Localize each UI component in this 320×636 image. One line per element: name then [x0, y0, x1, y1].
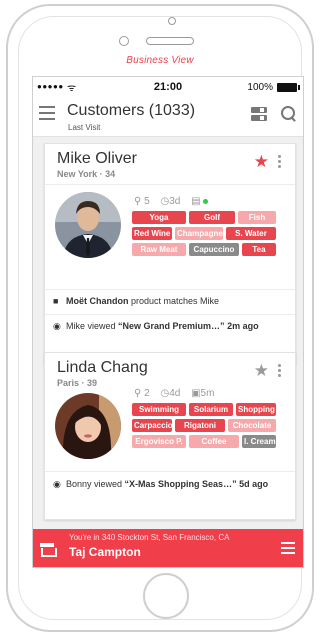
tag[interactable]: Yoga: [132, 211, 186, 224]
filter-icon[interactable]: [251, 107, 267, 123]
tag[interactable]: Red Wine: [132, 227, 172, 240]
tag[interactable]: Capuccino: [189, 243, 239, 256]
card-divider: [45, 314, 295, 315]
visit-stats: ⚲ 2 ◷4d ▣5m: [134, 388, 222, 399]
star-icon[interactable]: ★: [254, 153, 269, 170]
tag[interactable]: Chocolate: [228, 419, 276, 432]
store-status-icon: ▤: [191, 196, 201, 207]
activity-note[interactable]: ◉ Mike viewed “New Grand Premium…” 2m ago: [53, 321, 259, 332]
location-address: You're in 340 Stockton St, San Francisco…: [69, 533, 230, 542]
app-header: Customers (1033) Last Visit: [33, 97, 303, 137]
customer-meta: Paris · 39: [57, 378, 98, 388]
last-visit-stat: ◷3d: [160, 196, 181, 207]
more-options-icon[interactable]: [278, 364, 282, 378]
tag[interactable]: S. Water: [226, 227, 276, 240]
page-subtitle: Last Visit: [68, 123, 101, 132]
location-name: Taj Campton: [69, 545, 141, 559]
visit-stats: ⚲ 5 ◷3d ▤: [134, 196, 216, 207]
avatar: [55, 192, 121, 258]
online-dot-icon: [202, 198, 208, 204]
tag[interactable]: Fish: [238, 211, 276, 224]
visits-stat: ⚲ 2: [134, 388, 150, 399]
avatar: [55, 393, 121, 459]
search-icon[interactable]: [280, 105, 296, 123]
card-divider: [45, 289, 295, 290]
front-camera-icon: [119, 36, 129, 46]
home-button[interactable]: [143, 573, 189, 619]
star-icon[interactable]: ★: [254, 362, 269, 379]
product-match-note[interactable]: ■ Moët Chandon product matches Mike: [53, 296, 219, 306]
eye-icon: ◉: [53, 321, 61, 331]
customer-card[interactable]: Linda Chang Paris · 39 ★ ⚲ 2 ◷4d ▣5m Swi…: [44, 352, 296, 520]
store-icon: [40, 543, 57, 557]
frame-caption: Business View: [126, 55, 194, 66]
status-bar: ●●●●● ᯤ 21:00 100%: [33, 77, 303, 97]
bag-icon: ■: [53, 296, 59, 306]
battery-percent: 100%: [247, 82, 273, 93]
tag[interactable]: Golf: [189, 211, 235, 224]
tag[interactable]: Shopping: [236, 403, 276, 416]
time-in-store-stat: ▣5m: [191, 388, 215, 399]
menu-icon[interactable]: [281, 542, 295, 554]
eye-icon: ◉: [53, 479, 61, 489]
app-screen: ●●●●● ᯤ 21:00 100% Customers (1033) Last…: [32, 76, 304, 568]
tag[interactable]: Champagne: [175, 227, 223, 240]
page-title: Customers (1033): [67, 102, 196, 119]
tag[interactable]: Ergovisco P.: [132, 435, 186, 448]
tag[interactable]: Tea: [242, 243, 276, 256]
tag[interactable]: Rigatoni: [175, 419, 225, 432]
interest-tags: Yoga Golf Fish Red Wine Champagne S. Wat…: [132, 211, 288, 259]
tag[interactable]: I. Cream: [242, 435, 276, 448]
customer-name: Linda Chang: [57, 359, 148, 376]
more-options-icon[interactable]: [278, 155, 282, 169]
card-divider: [45, 471, 295, 472]
tag[interactable]: Swimming: [132, 403, 186, 416]
tag[interactable]: Carpaccio: [132, 419, 172, 432]
location-bar[interactable]: You're in 340 Stockton St, San Francisco…: [33, 529, 303, 567]
last-visit-stat: ◷4d: [160, 388, 181, 399]
customer-name: Mike Oliver: [57, 150, 138, 167]
battery-icon: [277, 83, 300, 92]
customer-card[interactable]: Mike Oliver New York · 34 ★ ⚲ 5 ◷3d ▤ Yo…: [44, 143, 296, 365]
menu-icon[interactable]: [39, 106, 55, 120]
camera-dot-icon: [168, 17, 176, 25]
customer-meta: New York · 34: [57, 169, 116, 179]
tag[interactable]: Solarium: [189, 403, 233, 416]
card-divider: [45, 184, 295, 185]
speaker-grille: [146, 37, 194, 45]
interest-tags: Swimming Solarium Shopping Carpaccio Rig…: [132, 403, 288, 451]
tag[interactable]: Coffee: [189, 435, 239, 448]
activity-note[interactable]: ◉ Bonny viewed “X-Mas Shopping Seas…” 5d …: [53, 479, 268, 490]
visits-stat: ⚲ 5: [134, 196, 150, 207]
tag[interactable]: Raw Meat: [132, 243, 186, 256]
